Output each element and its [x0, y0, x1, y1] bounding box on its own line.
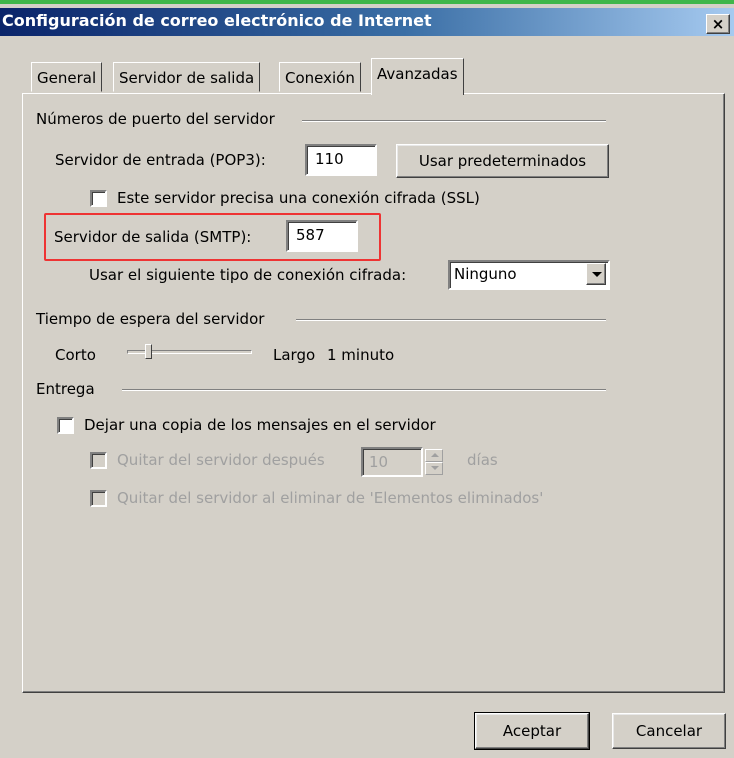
tab-label: General [37, 69, 97, 87]
tab-servidor-de-salida[interactable]: Servidor de salida [113, 62, 261, 92]
leave-copy-label: Dejar una copia de los mensajes en el se… [84, 416, 436, 434]
spin-down-icon[interactable] [425, 462, 443, 475]
outgoing-port-label: Servidor de salida (SMTP): [54, 228, 252, 246]
tab-label: Conexión [285, 69, 355, 87]
remove-after-days-value: 10 [369, 453, 389, 471]
ssl-checkbox[interactable] [90, 190, 107, 207]
encryption-type-label: Usar el siguiente tipo de conexión cifra… [89, 266, 407, 284]
incoming-port-label: Servidor de entrada (POP3): [55, 151, 266, 169]
group-divider [296, 319, 606, 321]
dialog-title: Configuración de correo electrónico de I… [2, 11, 432, 30]
accept-label: Aceptar [502, 722, 562, 740]
cancel-button[interactable]: Cancelar [612, 713, 726, 749]
remove-after-label: Quitar del servidor después [117, 451, 325, 469]
timeout-value: 1 minuto [327, 346, 395, 364]
timeout-short-label: Corto [55, 346, 96, 364]
close-icon: × [711, 15, 725, 33]
use-defaults-button[interactable]: Usar predeterminados [396, 144, 609, 178]
tab-label: Servidor de salida [119, 69, 255, 87]
timeout-slider-thumb[interactable] [145, 344, 152, 359]
incoming-port-value: 110 [315, 150, 344, 168]
remove-deleted-checkbox[interactable] [90, 490, 107, 507]
days-unit-label: días [467, 451, 498, 469]
timeout-long-label: Largo [273, 346, 316, 364]
group-label-ports: Números de puerto del servidor [36, 110, 275, 128]
remove-after-checkbox[interactable] [90, 452, 107, 469]
use-defaults-label: Usar predeterminados [418, 152, 587, 170]
group-label-timeout: Tiempo de espera del servidor [36, 310, 265, 328]
encryption-type-value: Ninguno [454, 265, 517, 283]
leave-copy-checkbox[interactable] [57, 417, 74, 434]
close-button[interactable]: × [706, 14, 730, 34]
tab-general[interactable]: General [31, 62, 103, 92]
tab-avanzadas[interactable]: Avanzadas [371, 58, 464, 95]
group-divider [122, 389, 606, 391]
remove-after-days-input[interactable]: 10 [361, 447, 423, 477]
spin-up-icon[interactable] [425, 449, 443, 462]
tab-conexion[interactable]: Conexión [279, 62, 361, 92]
dialog-window: Configuración de correo electrónico de I… [0, 0, 734, 758]
accept-button[interactable]: Aceptar [474, 712, 590, 750]
title-bar[interactable]: Configuración de correo electrónico de I… [0, 8, 734, 36]
outgoing-port-input[interactable]: 587 [286, 220, 358, 252]
group-label-delivery: Entrega [36, 380, 95, 398]
outgoing-port-value: 587 [296, 226, 325, 244]
tab-panel-avanzadas [22, 93, 725, 693]
remove-deleted-label: Quitar del servidor al eliminar de 'Elem… [117, 489, 544, 507]
incoming-port-input[interactable]: 110 [305, 144, 377, 176]
ssl-checkbox-label: Este servidor precisa una conexión cifra… [117, 189, 480, 207]
cancel-label: Cancelar [635, 722, 703, 740]
chevron-down-icon[interactable] [586, 263, 606, 285]
group-divider [302, 120, 606, 122]
tab-label: Avanzadas [377, 65, 458, 83]
